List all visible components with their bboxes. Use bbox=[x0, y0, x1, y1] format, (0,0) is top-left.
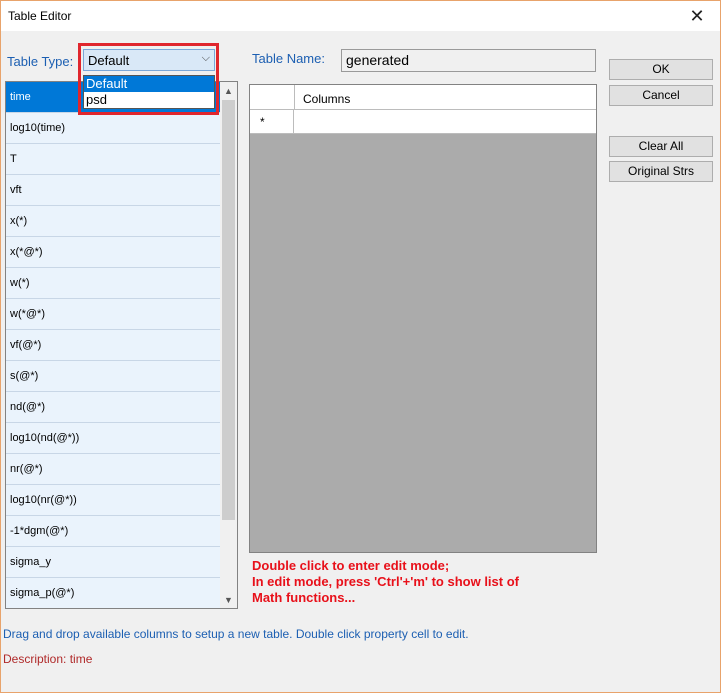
list-scrollbar[interactable]: ▲ ▼ bbox=[220, 82, 237, 608]
chevron-down-icon[interactable]: ⌵ bbox=[202, 52, 210, 65]
list-item[interactable]: -1*dgm(@*) bbox=[6, 516, 220, 547]
scrollbar-thumb[interactable] bbox=[222, 100, 235, 520]
table-name-input[interactable]: generated bbox=[341, 49, 596, 72]
title-bar: Table Editor ✕ bbox=[1, 1, 720, 31]
new-row-marker: * bbox=[250, 110, 294, 133]
list-item[interactable]: nd(@*) bbox=[6, 392, 220, 423]
note-line: Double click to enter edit mode; bbox=[252, 558, 450, 573]
table-type-dropdown-list: Default psd bbox=[83, 75, 215, 109]
list-item[interactable]: log10(nd(@*)) bbox=[6, 423, 220, 454]
description-text: Description: time bbox=[3, 652, 93, 666]
clear-all-button[interactable]: Clear All bbox=[609, 136, 713, 157]
list-item[interactable]: log10(nr(@*)) bbox=[6, 485, 220, 516]
note-line: Math functions... bbox=[252, 590, 356, 605]
cancel-button[interactable]: Cancel bbox=[609, 85, 713, 106]
note-line: In edit mode, press 'Ctrl'+'m' to show l… bbox=[252, 574, 519, 589]
list-item[interactable]: T bbox=[6, 144, 220, 175]
table-editor-window: Table Editor ✕ Table Type: Default ⌵ Def… bbox=[0, 0, 721, 693]
dropdown-option-default[interactable]: Default bbox=[84, 76, 214, 92]
columns-header: Columns bbox=[303, 92, 351, 106]
original-strs-button[interactable]: Original Strs bbox=[609, 161, 713, 182]
grid-new-row[interactable]: * bbox=[250, 110, 596, 134]
scroll-down-icon[interactable]: ▼ bbox=[220, 591, 237, 608]
dropdown-option-psd[interactable]: psd bbox=[84, 92, 214, 108]
close-icon[interactable]: ✕ bbox=[674, 1, 720, 31]
list-item[interactable]: nr(@*) bbox=[6, 454, 220, 485]
list-item[interactable]: vf(@*) bbox=[6, 330, 220, 361]
ok-button[interactable]: OK bbox=[609, 59, 713, 80]
list-item[interactable]: w(*@*) bbox=[6, 299, 220, 330]
table-type-selected-value: Default bbox=[88, 53, 130, 68]
edit-mode-note: Double click to enter edit mode; In edit… bbox=[252, 558, 519, 606]
new-table-grid[interactable]: Columns * bbox=[249, 84, 597, 553]
grid-corner-cell bbox=[250, 85, 295, 109]
table-type-label: Table Type: bbox=[7, 54, 74, 69]
list-item[interactable]: x(*) bbox=[6, 206, 220, 237]
list-item[interactable]: sigma_p(@*) bbox=[6, 578, 220, 608]
list-item[interactable]: w(*) bbox=[6, 268, 220, 299]
scroll-up-icon[interactable]: ▲ bbox=[220, 82, 237, 99]
table-type-select[interactable]: Default ⌵ bbox=[83, 49, 215, 71]
available-columns-items: time log10(time) Tvft x(*) x(*@*) w(*) w(*@*) v… bbox=[6, 82, 220, 608]
list-item[interactable]: vft bbox=[6, 175, 220, 206]
table-name-label: Table Name: bbox=[252, 51, 325, 66]
list-item[interactable]: log10(time) bbox=[6, 113, 220, 144]
grid-header-row: Columns bbox=[250, 85, 596, 110]
list-item[interactable]: x(*@*) bbox=[6, 237, 220, 268]
list-item[interactable]: sigma_y bbox=[6, 547, 220, 578]
window-title: Table Editor bbox=[8, 9, 72, 23]
list-item[interactable]: s(@*) bbox=[6, 361, 220, 392]
hint-text: Drag and drop available columns to setup… bbox=[3, 627, 469, 641]
available-columns-list: time log10(time) Tvft x(*) x(*@*) w(*) w(*@*) v… bbox=[5, 81, 238, 609]
